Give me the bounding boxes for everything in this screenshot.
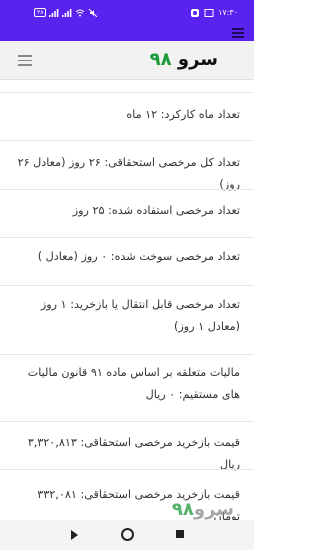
watermark-number: ۹۸ [171, 499, 194, 520]
divider [0, 189, 254, 190]
list-item-used-leave: تعداد مرخصی استفاده شده: ۲۵ روز [72, 204, 240, 217]
divider [0, 421, 254, 422]
screenshot-icon [204, 8, 214, 17]
app-header: سرو ۹۸ [0, 41, 254, 80]
list-item-transferable-leave: تعداد مرخصی قابل انتقال یا بازخرید: ۱ رو… [40, 298, 240, 333]
recent-apps-icon[interactable] [176, 530, 184, 538]
divider [0, 354, 254, 355]
divider [0, 237, 254, 238]
result-list: تعداد ماه کارکرد: ۱۲ ماه تعداد کل مرخصی … [0, 80, 254, 520]
android-nav-bar [0, 520, 254, 550]
signal-icon [49, 8, 59, 17]
mute-icon [89, 8, 98, 17]
home-icon[interactable] [121, 528, 134, 541]
divider [0, 140, 254, 141]
list-item-months: تعداد ماه کارکرد: ۱۲ ماه [126, 108, 240, 121]
site-logo[interactable]: سرو ۹۸ [150, 49, 218, 70]
status-time: ۱۷:۳۰ [218, 8, 238, 17]
logo-number: ۹۸ [149, 49, 172, 70]
list-item-tax: مالیات متعلقه بر اساس ماده ۹۱ قانون مالی… [27, 366, 240, 401]
back-icon[interactable] [71, 530, 78, 540]
signal-icon-2 [62, 8, 72, 17]
divider [0, 92, 254, 93]
battery-icon: ۳۸ [34, 8, 47, 17]
watermark-logo: سرو۹۸ [172, 499, 234, 520]
status-right: ۱۷:۳۰ [190, 8, 238, 17]
watermark-word: سرو [193, 499, 234, 520]
status-left: ۳۸ [34, 8, 98, 17]
list-item-expired-leave: تعداد مرخصی سوخت شده: ۰ روز (معادل ) [37, 250, 240, 263]
divider [0, 469, 254, 470]
hamburger-menu-icon[interactable] [18, 55, 32, 66]
status-bar: ۳۸ ۱۷:۳۰ [0, 0, 254, 25]
menu-icon[interactable] [232, 28, 244, 38]
logo-word: سرو [177, 49, 218, 70]
top-bar [0, 25, 254, 41]
wifi-icon [76, 9, 85, 16]
app-notification-icon [191, 8, 200, 17]
divider [0, 285, 254, 286]
